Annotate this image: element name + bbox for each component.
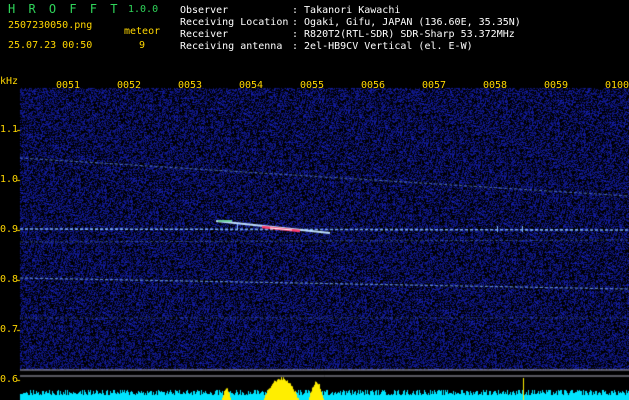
time-tick-label: 0058: [483, 80, 508, 91]
frequency-unit-label: kHz: [0, 76, 19, 87]
frequency-tick-label: 0.7: [0, 324, 19, 335]
image-filename: 2507230050.png: [8, 20, 93, 31]
antenna-label: Receiving antenna: [180, 41, 283, 52]
observer-label: Observer: [180, 5, 229, 16]
time-tick-label: 0056: [361, 80, 386, 91]
detector-count: 9: [139, 40, 146, 51]
detector-label: meteor: [124, 26, 161, 37]
time-tick-label: 0100: [605, 80, 629, 91]
frequency-tick-label: 0.8: [0, 274, 19, 285]
time-tick-label: 0057: [422, 80, 447, 91]
time-tick-label: 0051: [56, 80, 81, 91]
time-tick-label: 0055: [300, 80, 325, 91]
capture-datetime: 25.07.23 00:50: [8, 40, 93, 51]
frequency-tick-label: 1.1: [0, 124, 19, 135]
time-tick-label: 0053: [178, 80, 203, 91]
spectrogram-canvas: [0, 78, 629, 400]
frequency-tick-label: 0.6: [0, 374, 19, 385]
app-title-letters: H R O F F T: [8, 2, 121, 16]
receiver-value: : R820T2(RTL-SDR) SDR-Sharp 53.372MHz: [292, 29, 515, 40]
frequency-tick-label: 0.9: [0, 224, 19, 235]
observer-value: : Takanori Kawachi: [292, 5, 401, 16]
time-tick-label: 0052: [117, 80, 142, 91]
time-tick-label: 0054: [239, 80, 264, 91]
frequency-tick-label: 1.0: [0, 174, 19, 185]
location-label: Receiving Location: [180, 17, 289, 28]
antenna-value: : 2el-HB9CV Vertical (el. E-W): [292, 41, 473, 52]
app-version: 1.0.0: [128, 4, 159, 15]
receiver-label: Receiver: [180, 29, 229, 40]
location-value: : Ogaki, Gifu, JAPAN (136.60E, 35.35N): [292, 17, 521, 28]
time-tick-label: 0059: [544, 80, 569, 91]
